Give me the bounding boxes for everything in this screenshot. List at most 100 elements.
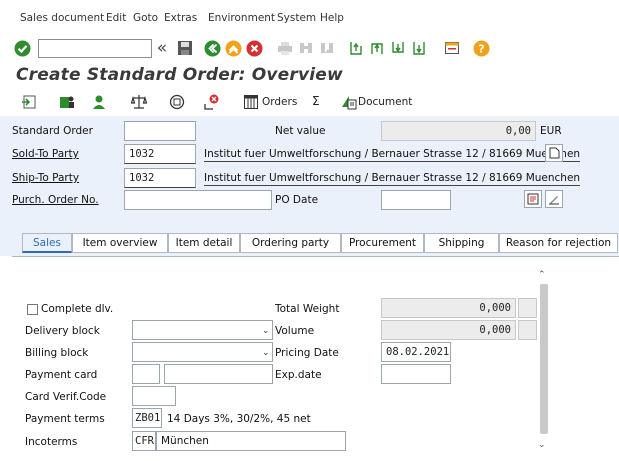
payment-terms-label: Payment terms [25,413,105,425]
payment-terms-field[interactable]: ZB01 [132,408,162,428]
standard-order-label: Standard Order [12,125,93,137]
total-weight-label: Total Weight [275,303,340,315]
standard-order-field[interactable] [124,121,196,141]
incoterms-field[interactable]: CFR [132,431,156,451]
menu-bar: Sales document Edit Goto Extras Environm… [0,0,619,33]
chevron-down-icon[interactable]: ⌄ [262,348,270,358]
currency-label: EUR [540,125,562,137]
complete-dlv-label: Complete dlv. [41,303,114,315]
tab-ordering-party[interactable]: Ordering party [240,233,341,253]
ship-to-description: Institut fuer Umweltforschung / Bernauer… [204,172,581,186]
sales-tab-panel: Complete dlv. Total Weight 0,000 Deliver… [12,256,619,461]
incoterms-place-field[interactable]: München [156,431,346,451]
ship-to-field[interactable]: 1032 [124,168,196,188]
display-doc-flow-icon[interactable] [20,93,38,111]
next-page-icon[interactable] [389,39,407,57]
payment-terms-description: 14 Days 3%, 30/2%, 45 net [167,413,311,425]
exit-icon[interactable] [224,39,242,57]
page-title: Create Standard Order: Overview [16,65,343,85]
scroll-down-icon[interactable]: ⌄ [538,440,546,450]
prev-page-icon[interactable] [368,39,386,57]
payment-card-label: Payment card [25,369,98,381]
po-date-field[interactable] [381,190,451,210]
delivery-block-label: Delivery block [25,325,100,337]
sold-to-description: Institut fuer Umweltforschung / Bernauer… [204,148,581,162]
tab-sales[interactable]: Sales [22,233,72,253]
scroll-up-icon[interactable]: ⌃ [538,270,546,280]
back-icon[interactable]: « [153,39,171,57]
find-icon[interactable] [297,39,315,57]
edit-icon[interactable] [545,190,563,208]
billing-block-label: Billing block [25,347,89,359]
sum-icon[interactable]: Σ [312,94,320,108]
exp-date-field[interactable] [381,364,451,384]
menu-help[interactable]: Help [320,12,344,24]
last-page-icon[interactable] [410,39,428,57]
find-next-icon[interactable] [318,39,336,57]
net-value-label: Net value [275,125,326,137]
menu-goto[interactable]: Goto [133,12,158,24]
orders-icon[interactable] [242,93,260,111]
tab-item-overview[interactable]: Item overview [72,233,168,253]
application-toolbar: Orders Σ Document [0,88,619,116]
ship-to-label: Ship-To Party [12,172,80,184]
help-icon[interactable]: ? [472,39,490,57]
menu-sales-document[interactable]: Sales document [20,12,104,24]
sold-to-label: Sold-To Party [12,148,79,160]
volume-label: Volume [275,325,315,337]
exp-date-label: Exp.date [275,369,322,381]
card-verif-label: Card Verif.Code [25,391,107,403]
command-field[interactable] [38,39,152,58]
back-nav-icon[interactable] [203,39,221,57]
volume-unit-field [518,320,537,340]
payment-card-number-field[interactable] [164,364,273,384]
vertical-scrollbar[interactable]: ⌃ ⌄ [537,270,551,455]
enter-icon[interactable] [13,39,31,57]
document-button-label[interactable]: Document [358,96,412,108]
cancel-icon[interactable] [245,39,263,57]
document-icon[interactable] [340,93,358,111]
display-document-icon[interactable] [545,144,563,162]
incoterms-label: Incoterms [25,436,78,448]
menu-environment[interactable]: Environment [208,12,275,24]
menu-edit[interactable]: Edit [106,12,126,24]
sold-to-field[interactable]: 1032 [124,144,196,164]
tab-procurement[interactable]: Procurement [341,233,424,253]
complete-dlv-checkbox[interactable] [27,304,38,315]
save-icon[interactable] [176,39,194,57]
menu-system[interactable]: System [277,12,316,24]
incompletion-log-icon[interactable] [202,93,220,111]
total-weight-field: 0,000 [381,298,516,318]
tab-item-detail[interactable]: Item detail [168,233,240,253]
net-value-field: 0,00 [381,121,536,141]
weight-unit-field [518,298,537,318]
pricing-icon[interactable] [168,93,186,111]
scales-icon[interactable] [130,93,148,111]
orders-button-label[interactable]: Orders [262,96,297,108]
chevron-down-icon[interactable]: ⌄ [262,326,270,336]
create-session-icon[interactable] [443,39,461,57]
tab-reason-for-rejection[interactable]: Reason for rejection [499,233,618,253]
pricing-date-field[interactable]: 08.02.2021 [381,342,451,362]
tab-strip: Sales Item overview Item detail Ordering… [0,216,619,256]
header-details-icon[interactable] [524,190,542,208]
card-verif-field[interactable] [132,386,176,406]
svg-text:?: ? [478,42,484,55]
person-icon[interactable] [90,93,108,111]
purch-order-field[interactable] [124,190,272,210]
volume-field: 0,000 [381,320,516,340]
business-partner-icon[interactable] [58,93,76,111]
tab-shipping[interactable]: Shipping [424,233,499,253]
purch-order-label: Purch. Order No. [12,194,99,206]
order-header: Standard Order Net value 0,00 EUR Sold-T… [0,116,619,216]
print-icon[interactable] [276,39,294,57]
standard-toolbar: « ? [0,33,619,65]
delivery-block-select[interactable] [132,320,273,340]
first-page-icon[interactable] [347,39,365,57]
menu-extras[interactable]: Extras [164,12,197,24]
payment-card-type-field[interactable] [132,364,160,384]
scroll-thumb[interactable] [540,284,548,434]
pricing-date-label: Pricing Date [275,347,339,359]
billing-block-select[interactable] [132,342,273,362]
po-date-label: PO Date [275,194,319,206]
